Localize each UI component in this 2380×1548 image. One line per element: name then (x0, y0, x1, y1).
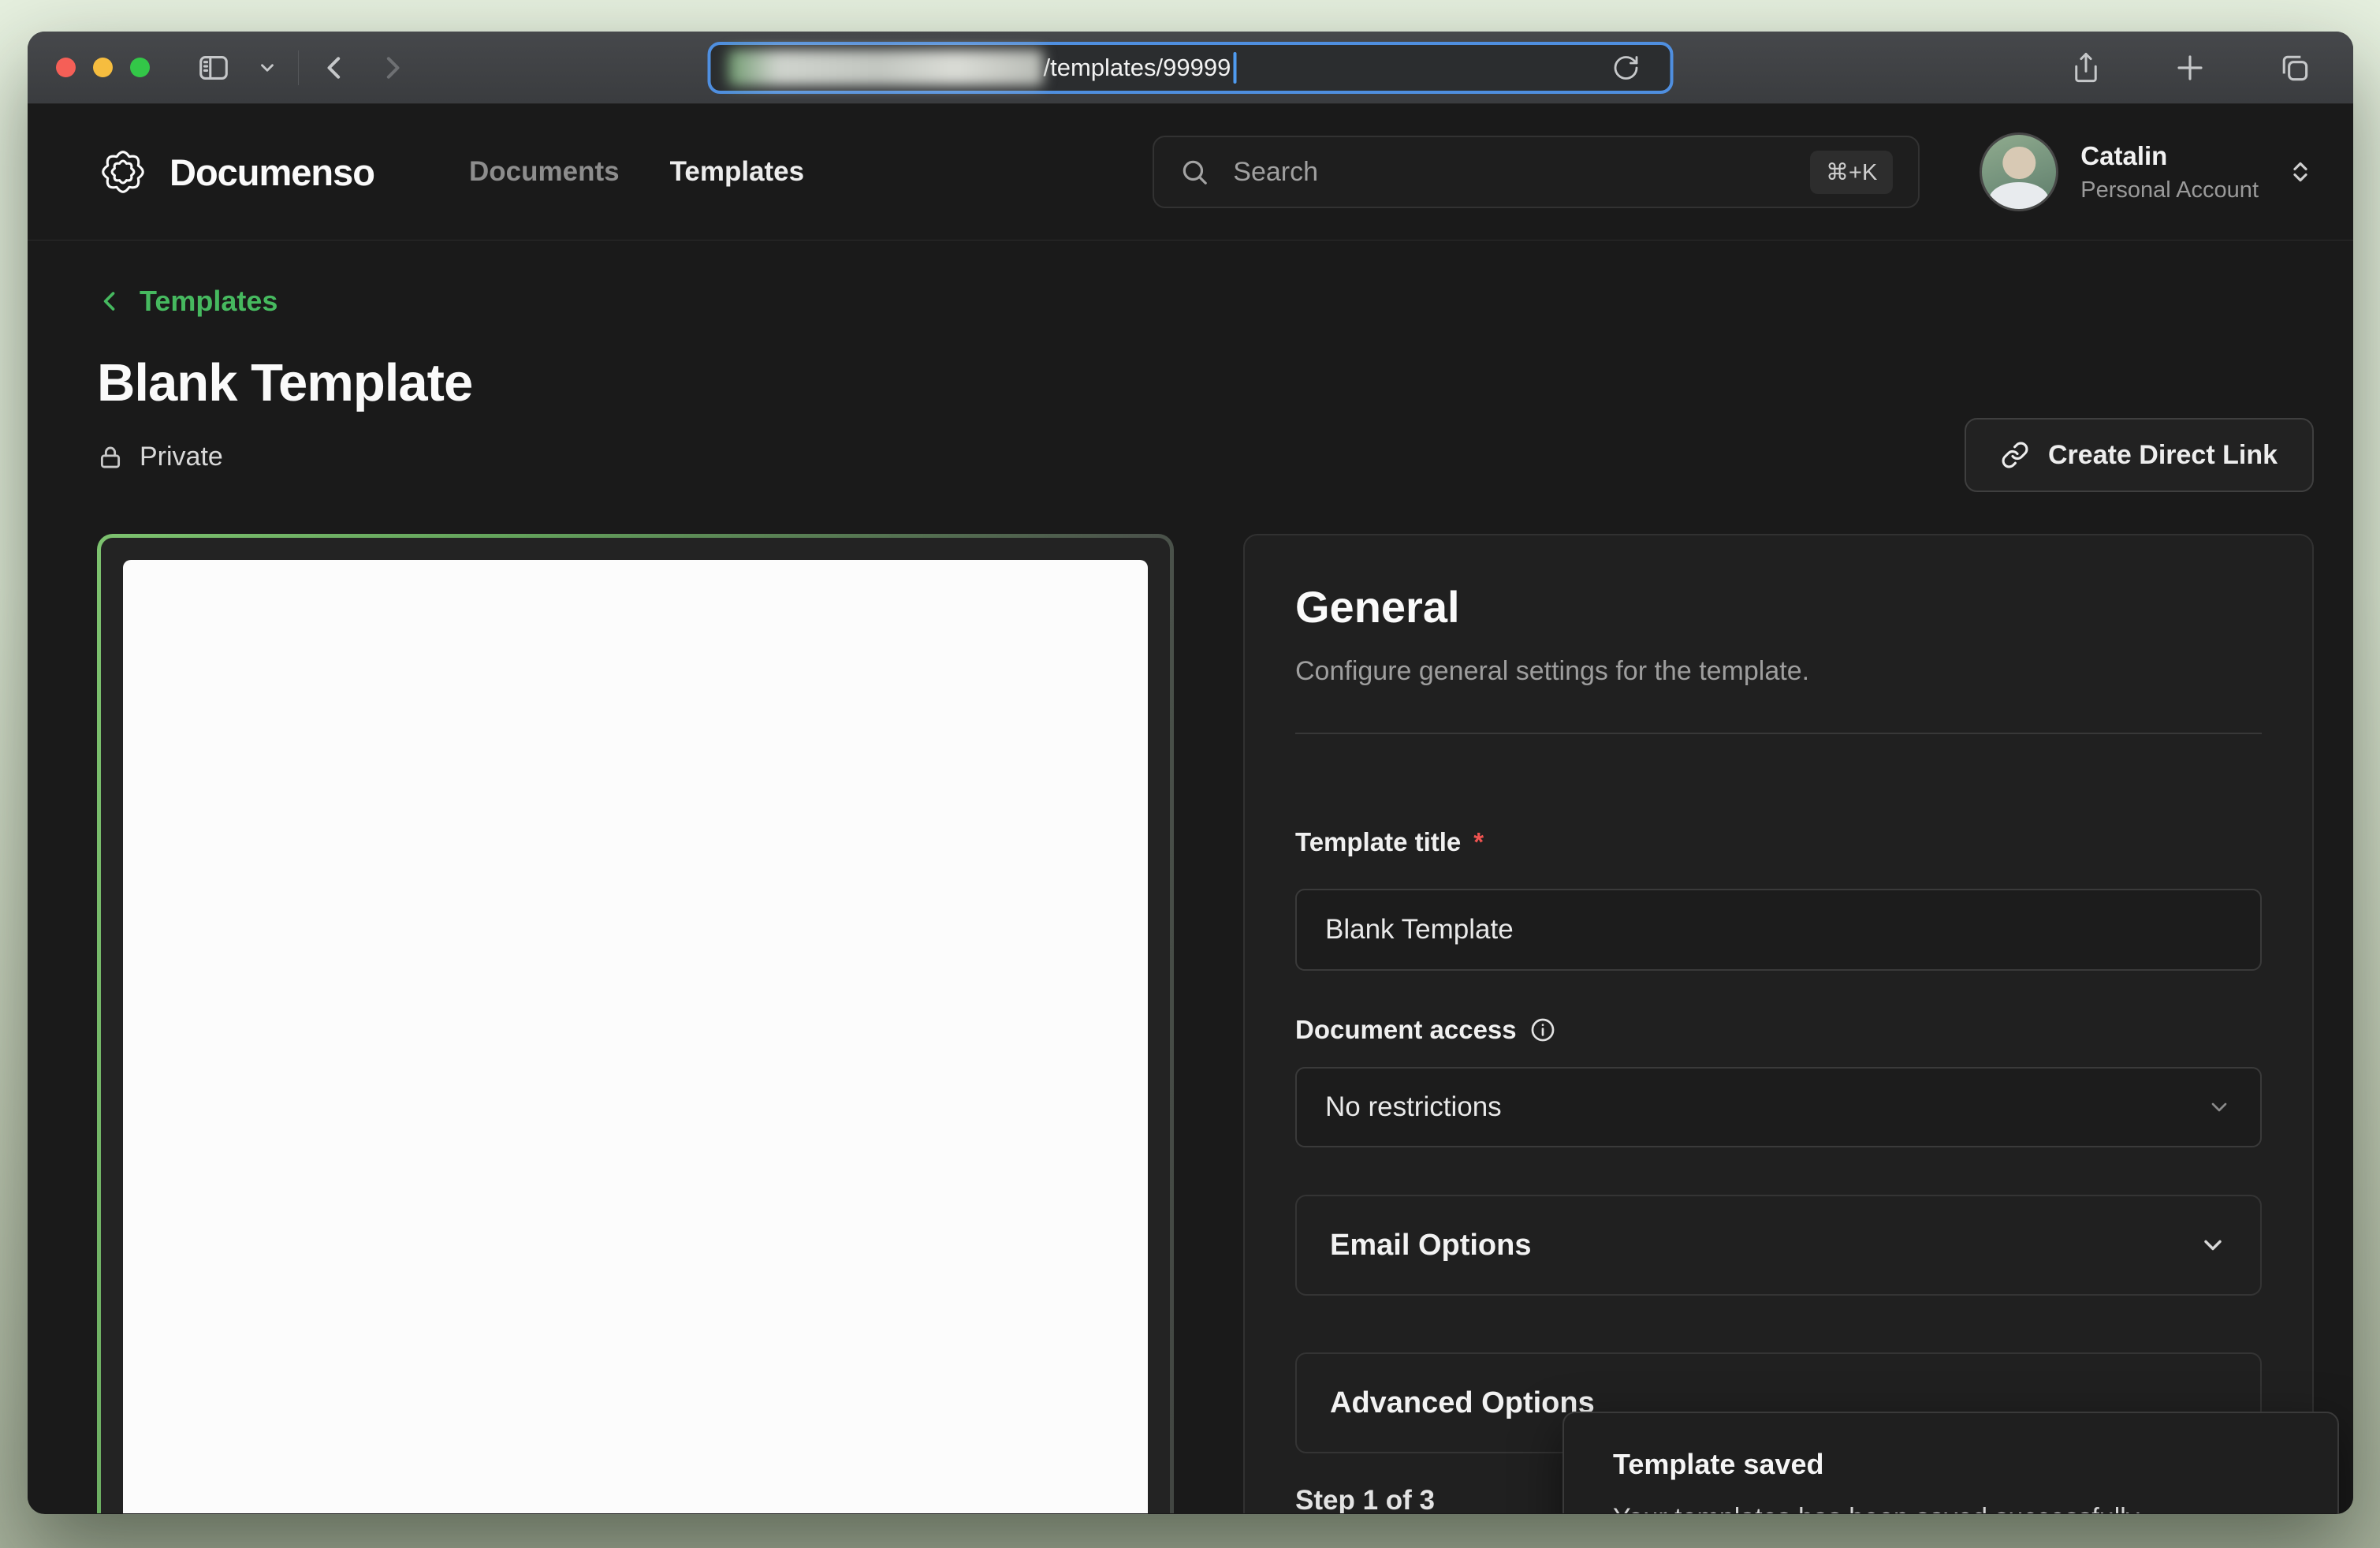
toast-message: Your templates has been saved successful… (1613, 1503, 2289, 1513)
documenso-app: Documenso Documents Templates ⌘+K Catali… (28, 104, 2353, 1513)
breadcrumb[interactable]: Templates (97, 285, 2314, 318)
address-bar[interactable]: /templates/99999 (708, 42, 1674, 94)
document-access-field: Document access No restrictions (1295, 1015, 2262, 1147)
url-path-text: /templates/99999 (1044, 54, 1231, 82)
chevron-down-icon (2207, 1095, 2232, 1120)
documenso-logo-icon (97, 146, 149, 198)
toast-title: Template saved (1613, 1448, 2289, 1481)
new-tab-icon[interactable] (2161, 51, 2219, 84)
lock-icon (97, 444, 124, 471)
main-nav: Documents Templates (469, 156, 804, 188)
template-title-label: Template title (1295, 827, 1461, 857)
document-access-label: Document access (1295, 1015, 1517, 1045)
chevron-left-icon (97, 288, 124, 315)
settings-description: Configure general settings for the templ… (1295, 656, 2262, 687)
document-page[interactable] (123, 560, 1148, 1513)
nav-item-documents[interactable]: Documents (469, 156, 620, 188)
search-bar[interactable]: ⌘+K (1153, 136, 1920, 208)
breadcrumb-label: Templates (140, 285, 277, 318)
nav-item-templates[interactable]: Templates (670, 156, 805, 188)
account-type: Personal Account (2080, 177, 2259, 203)
toolbar-divider (298, 50, 299, 85)
visibility-label: Private (140, 442, 223, 472)
toast-notification[interactable]: Template saved Your templates has been s… (1562, 1412, 2339, 1513)
link-icon (2001, 441, 2029, 469)
template-title-input[interactable] (1295, 889, 2262, 971)
brand-name: Documenso (169, 151, 374, 194)
window-controls (56, 58, 150, 77)
required-asterisk: * (1473, 827, 1484, 857)
template-title-field: Template title * (1295, 827, 2262, 971)
close-window-button[interactable] (56, 58, 76, 77)
search-input[interactable] (1231, 156, 1788, 188)
email-options-toggle[interactable]: Email Options (1295, 1195, 2262, 1296)
email-options-label: Email Options (1330, 1229, 1531, 1263)
redacted-site-origin (728, 50, 1044, 86)
create-direct-link-label: Create Direct Link (2048, 440, 2278, 471)
template-editor-content: Templates Blank Template Private Create … (28, 241, 2353, 1513)
zoom-window-button[interactable] (130, 58, 150, 77)
minimize-window-button[interactable] (93, 58, 113, 77)
create-direct-link-button[interactable]: Create Direct Link (1965, 418, 2314, 492)
chevrons-up-down-icon (2287, 159, 2314, 185)
info-icon[interactable] (1529, 1016, 1556, 1043)
page-title: Blank Template (97, 352, 2314, 413)
general-settings-card: General Configure general settings for t… (1243, 534, 2314, 1513)
forward-button-icon (363, 52, 420, 84)
app-header: Documenso Documents Templates ⌘+K Catali… (28, 104, 2353, 241)
back-button-icon[interactable] (307, 52, 363, 84)
section-divider (1295, 733, 2262, 734)
brand[interactable]: Documenso (97, 146, 374, 198)
share-icon[interactable] (2057, 51, 2115, 84)
document-access-select[interactable]: No restrictions (1295, 1067, 2262, 1147)
avatar (1980, 132, 2058, 211)
sidebar-toggle-icon[interactable] (183, 50, 244, 86)
document-access-value: No restrictions (1325, 1091, 1502, 1123)
sidebar-menu-chevron-icon[interactable] (244, 58, 290, 78)
tab-overview-icon[interactable] (2265, 50, 2325, 85)
reload-icon[interactable] (1600, 54, 1653, 82)
account-name: Catalin (2080, 141, 2259, 171)
search-shortcut-badge: ⌘+K (1810, 151, 1893, 194)
advanced-options-label: Advanced Options (1330, 1386, 1595, 1420)
account-menu[interactable]: Catalin Personal Account (1980, 132, 2314, 211)
settings-heading: General (1295, 581, 2262, 632)
browser-window: /templates/99999 (28, 32, 2353, 1514)
document-preview-frame (97, 534, 1174, 1513)
chevron-down-icon (2199, 1231, 2227, 1259)
text-caret (1233, 52, 1236, 84)
search-icon (1179, 157, 1209, 187)
document-preview-card (101, 538, 1170, 1513)
browser-toolbar: /templates/99999 (28, 32, 2353, 104)
